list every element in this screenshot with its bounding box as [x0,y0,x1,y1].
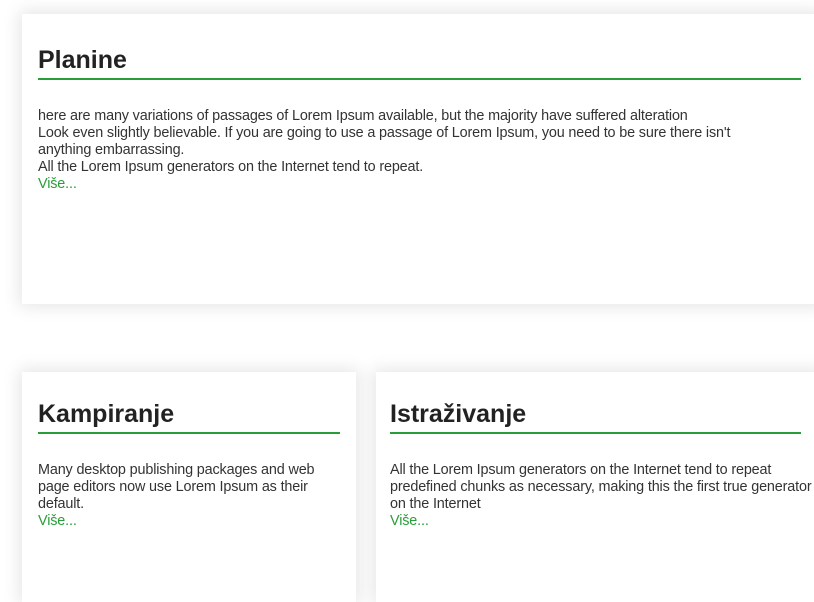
card-planine: Planine here are many variations of pass… [22,14,814,304]
card-paragraph: Many desktop publishing packages and web… [38,462,315,512]
card-paragraph: here are many variations of passages of … [38,108,688,124]
more-link[interactable]: Više... [38,176,77,193]
card-body: here are many variations of passages of … [38,108,783,193]
card-paragraph: Look even slightly believable. If you ar… [38,125,731,158]
card-body: Many desktop publishing packages and web… [38,462,342,530]
more-link[interactable]: Više... [38,513,77,530]
card-paragraph: All the Lorem Ipsum generators on the In… [38,159,424,175]
card-title: Istraživanje [390,399,801,434]
card-title: Kampiranje [38,399,340,434]
more-link[interactable]: Više... [390,513,429,530]
card-body: All the Lorem Ipsum generators on the In… [390,462,814,530]
card-title: Planine [38,45,801,80]
card-istrazivanje: Istraživanje All the Lorem Ipsum generat… [376,372,814,602]
card-paragraph: All the Lorem Ipsum generators on the In… [390,462,812,512]
card-kampiranje: Kampiranje Many desktop publishing packa… [22,372,356,602]
